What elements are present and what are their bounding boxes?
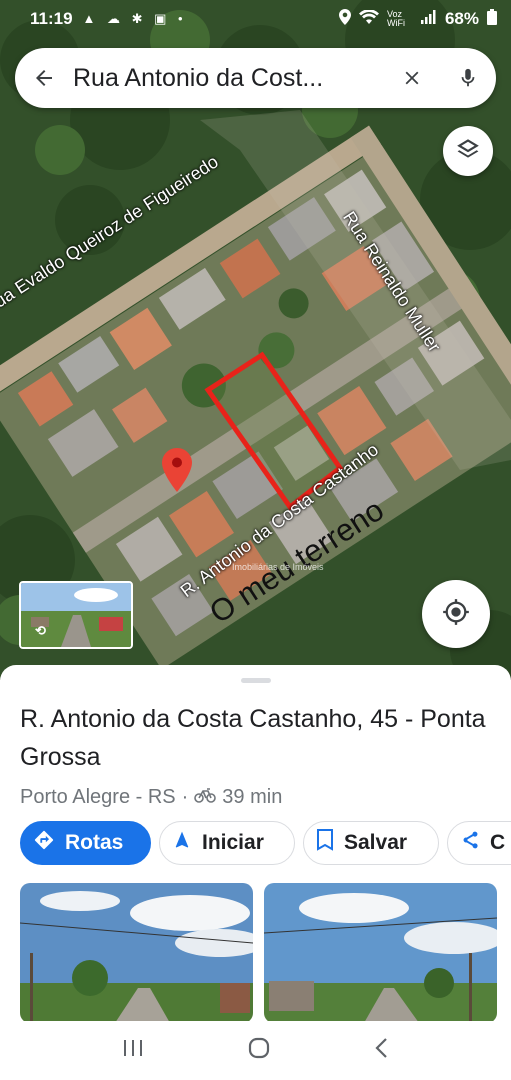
battery-icon: [487, 8, 497, 30]
start-button[interactable]: Iniciar: [159, 821, 295, 865]
place-subtitle: Porto Alegre - RS · 39 min: [20, 786, 282, 809]
clear-icon[interactable]: [384, 48, 440, 108]
place-photo[interactable]: [264, 883, 497, 1021]
share-label: C: [490, 831, 506, 854]
start-label: Iniciar: [202, 831, 264, 854]
place-sheet[interactable]: R. Antonio da Costa Castanho, 45 - Ponta…: [0, 665, 511, 1021]
back-icon[interactable]: [374, 1037, 390, 1064]
place-title: R. Antonio da Costa Castanho, 45 - Ponta…: [20, 705, 486, 771]
drag-handle[interactable]: [241, 678, 271, 683]
separator-dot: ·: [181, 786, 189, 808]
my-location-button[interactable]: [422, 580, 490, 648]
notification-icons: ▲ ☁ ✱ ▣ •: [82, 11, 187, 26]
search-query[interactable]: Rua Antonio da Cost...: [73, 64, 384, 93]
place-photo[interactable]: [20, 883, 253, 1021]
save-label: Salvar: [344, 831, 408, 854]
crosshair-icon: [442, 598, 470, 631]
action-chips: Rotas Iniciar Salvar C: [20, 821, 511, 865]
street-view-rotate-icon: ⟲: [35, 623, 46, 638]
directions-icon: [33, 829, 55, 857]
directions-label: Rotas: [65, 831, 124, 854]
save-button[interactable]: Salvar: [303, 821, 439, 865]
recent-apps-icon[interactable]: [122, 1038, 144, 1063]
photo-carousel[interactable]: [20, 883, 497, 1021]
microphone-icon[interactable]: [440, 48, 496, 108]
location-icon: [338, 8, 351, 30]
battery-level: 68%: [444, 9, 479, 28]
place-location: Porto Alegre - RS: [20, 786, 176, 808]
bicycle-icon: [194, 786, 217, 809]
wifi-icon: [358, 8, 379, 29]
share-icon: [460, 830, 480, 856]
watermark: Imobiliárias de Imóveis: [232, 562, 324, 572]
street-view-thumbnail[interactable]: ⟲: [19, 581, 133, 649]
search-bar[interactable]: Rua Antonio da Cost...: [15, 48, 496, 108]
back-arrow-icon[interactable]: [15, 48, 73, 108]
network-label: Voz WiFi: [386, 9, 405, 28]
directions-button[interactable]: Rotas: [20, 821, 151, 865]
navigation-arrow-icon: [172, 830, 192, 856]
travel-time: 39 min: [222, 786, 283, 808]
layers-button[interactable]: [443, 126, 493, 176]
signal-icon: [420, 9, 437, 29]
share-button[interactable]: C: [447, 821, 511, 865]
bookmark-icon: [316, 829, 334, 857]
home-icon[interactable]: [247, 1036, 271, 1065]
layers-icon: [455, 136, 481, 167]
location-pin-icon[interactable]: [162, 448, 192, 492]
status-bar: 11:19 ▲ ☁ ✱ ▣ • Voz WiFi 68%: [0, 0, 511, 38]
satellite-map[interactable]: 11:19 ▲ ☁ ✱ ▣ • Voz WiFi 68% Rua Antonio…: [0, 0, 511, 680]
system-navigation-bar: [0, 1021, 511, 1080]
clock: 11:19: [30, 9, 73, 28]
